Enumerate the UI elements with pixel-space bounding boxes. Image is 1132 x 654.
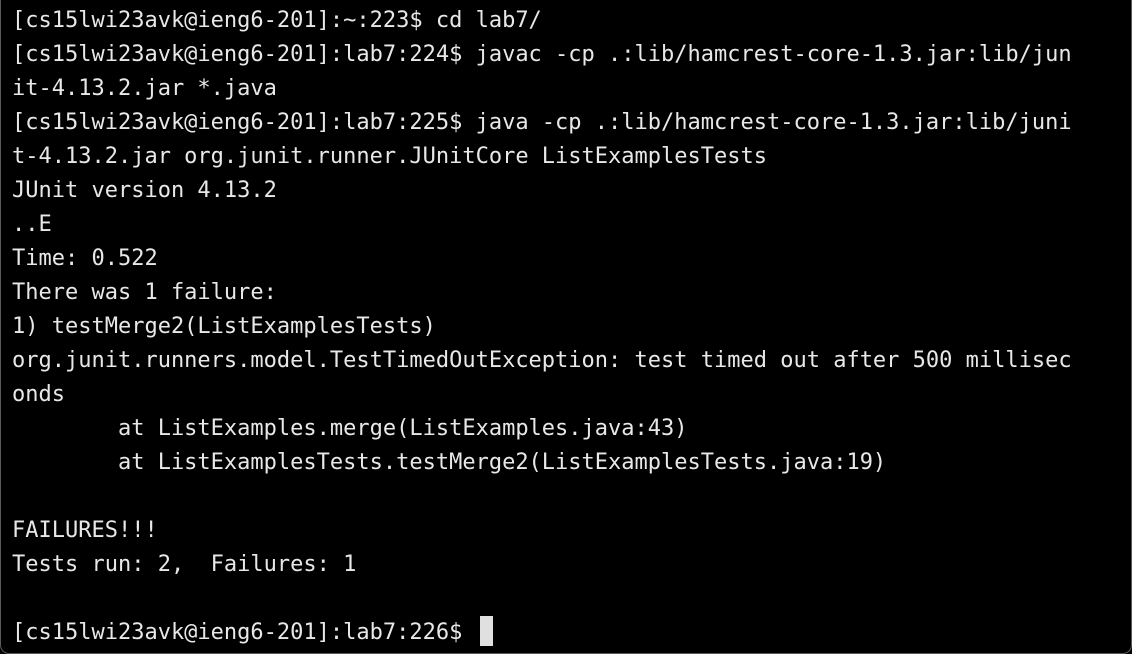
- output-line: [cs15lwi23avk@ieng6-201]:lab7:224$ javac…: [12, 42, 1072, 67]
- output-line: [cs15lwi23avk@ieng6-201]:~:223$ cd lab7/: [12, 8, 542, 33]
- output-line: t-4.13.2.jar org.junit.runner.JUnitCore …: [12, 144, 767, 169]
- shell-prompt: [cs15lwi23avk@ieng6-201]:lab7:226$: [12, 620, 476, 645]
- output-line: FAILURES!!!: [12, 518, 158, 543]
- output-line: at ListExamples.merge(ListExamples.java:…: [12, 416, 688, 441]
- output-line: it-4.13.2.jar *.java: [12, 76, 277, 101]
- output-line: Time: 0.522: [12, 246, 158, 271]
- prompt-line[interactable]: [cs15lwi23avk@ieng6-201]:lab7:226$: [12, 616, 1125, 650]
- output-line: There was 1 failure:: [12, 280, 277, 305]
- output-line: ..E: [12, 212, 52, 237]
- text-cursor[interactable]: [479, 616, 493, 646]
- output-line: onds: [12, 382, 65, 407]
- terminal-output: [cs15lwi23avk@ieng6-201]:~:223$ cd lab7/…: [12, 4, 1125, 650]
- output-line: JUnit version 4.13.2: [12, 178, 277, 203]
- output-line: Tests run: 2, Failures: 1: [12, 552, 357, 577]
- terminal-window[interactable]: [cs15lwi23avk@ieng6-201]:~:223$ cd lab7/…: [0, 0, 1132, 654]
- output-line: org.junit.runners.model.TestTimedOutExce…: [12, 348, 1072, 373]
- output-line: [cs15lwi23avk@ieng6-201]:lab7:225$ java …: [12, 110, 1072, 135]
- output-line: at ListExamplesTests.testMerge2(ListExam…: [12, 450, 887, 475]
- output-line: 1) testMerge2(ListExamplesTests): [12, 314, 436, 339]
